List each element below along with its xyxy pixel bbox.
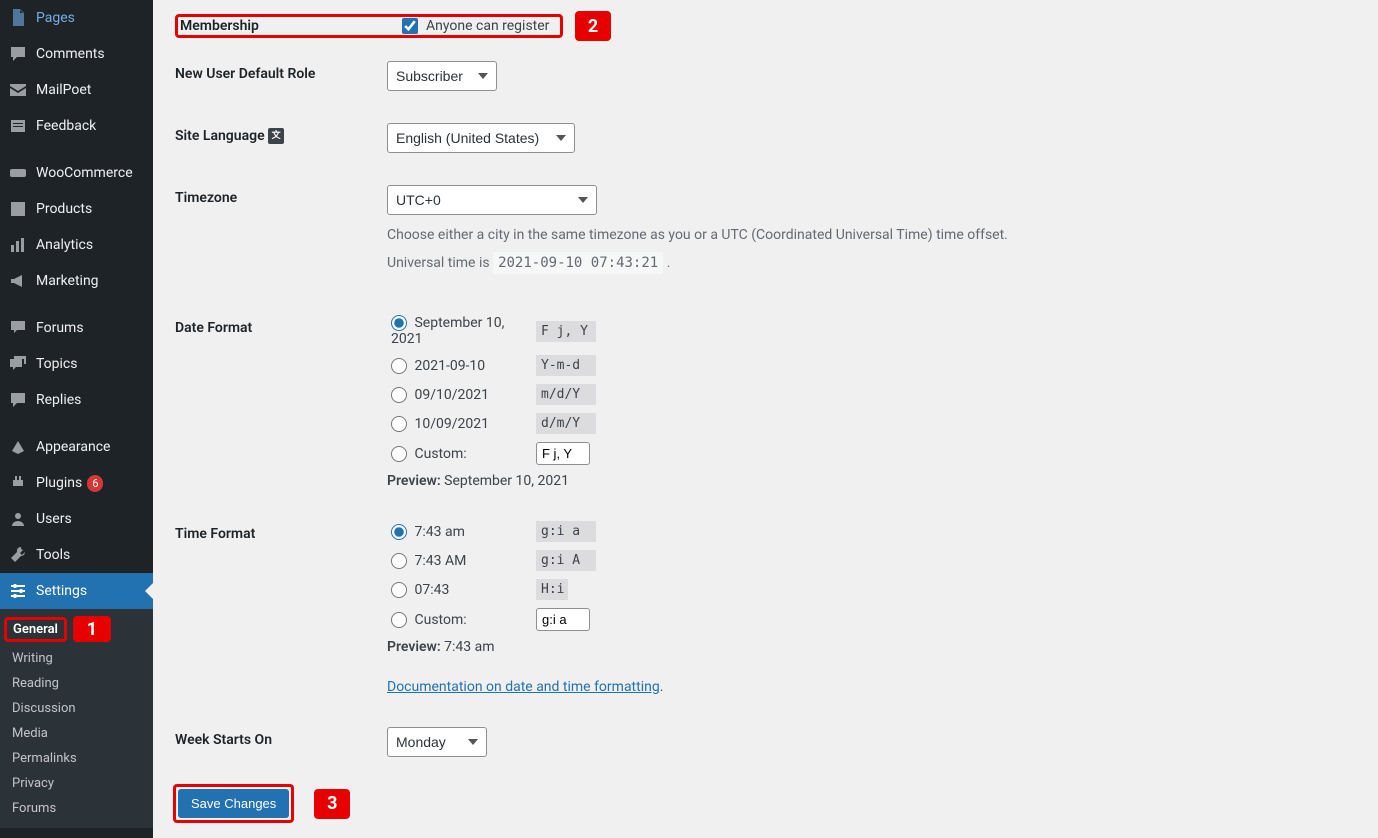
submenu-forums[interactable]: Forums bbox=[0, 796, 153, 821]
menu-label: MailPoet bbox=[36, 82, 91, 98]
menu-item-users[interactable]: Users bbox=[0, 501, 153, 537]
menu-item-pages[interactable]: Pages bbox=[0, 0, 153, 36]
settings-general-content: Membership Anyone can register 2 New Use… bbox=[153, 0, 1378, 838]
time-format-label: Time Format bbox=[175, 506, 375, 710]
menu-item-marketing[interactable]: Marketing bbox=[0, 263, 153, 299]
menu-item-appearance[interactable]: Appearance bbox=[0, 429, 153, 465]
timezone-select[interactable]: UTC+0 bbox=[387, 185, 597, 215]
menu-label: Analytics bbox=[36, 237, 93, 253]
week-starts-select[interactable]: Monday bbox=[387, 727, 487, 757]
marketing-icon bbox=[8, 271, 28, 291]
pages-icon bbox=[8, 8, 28, 28]
plugins-icon bbox=[8, 473, 28, 493]
annotation-tag-2: 2 bbox=[575, 11, 611, 41]
submenu-writing[interactable]: Writing bbox=[0, 646, 153, 671]
week-starts-label: Week Starts On bbox=[175, 712, 375, 772]
settings-icon bbox=[8, 581, 28, 601]
submenu-general[interactable]: General bbox=[4, 617, 67, 642]
menu-label: Comments bbox=[36, 46, 105, 62]
menu-item-settings[interactable]: Settings bbox=[0, 573, 153, 609]
date-option-custom[interactable]: Custom: bbox=[391, 446, 536, 462]
appearance-icon bbox=[8, 437, 28, 457]
datetime-doc-link[interactable]: Documentation on date and time formattin… bbox=[387, 679, 660, 695]
menu-label: Tools bbox=[36, 547, 70, 563]
date-option-1[interactable]: 2021-09-10 bbox=[391, 358, 536, 374]
submenu-privacy[interactable]: Privacy bbox=[0, 771, 153, 796]
products-icon bbox=[8, 199, 28, 219]
menu-item-plugins[interactable]: Plugins 6 bbox=[0, 465, 153, 501]
membership-checkbox-label: Anyone can register bbox=[426, 18, 549, 34]
time-custom-input[interactable] bbox=[536, 608, 590, 631]
menu-item-products[interactable]: Products bbox=[0, 191, 153, 227]
menu-item-mailpoet[interactable]: MailPoet bbox=[0, 72, 153, 108]
time-option-custom[interactable]: Custom: bbox=[391, 612, 536, 628]
settings-submenu: General 1 Writing Reading Discussion Med… bbox=[0, 609, 153, 828]
menu-item-forums[interactable]: Forums bbox=[0, 310, 153, 346]
translate-icon: 文 bbox=[268, 128, 284, 144]
timezone-label: Timezone bbox=[175, 170, 375, 298]
topics-icon bbox=[8, 354, 28, 374]
annotation-tag-3: 3 bbox=[314, 789, 350, 819]
timezone-description: Choose either a city in the same timezon… bbox=[387, 227, 1346, 243]
date-option-3[interactable]: 10/09/2021 bbox=[391, 416, 536, 432]
new-user-role-label: New User Default Role bbox=[175, 46, 375, 106]
menu-item-tools[interactable]: Tools bbox=[0, 537, 153, 573]
menu-item-woocommerce[interactable]: WooCommerce bbox=[0, 155, 153, 191]
menu-label: WooCommerce bbox=[36, 165, 133, 181]
time-option-0[interactable]: 7:43 am bbox=[391, 524, 536, 540]
woo-icon bbox=[8, 163, 28, 183]
menu-label: Topics bbox=[36, 356, 77, 372]
analytics-icon bbox=[8, 235, 28, 255]
site-language-label: Site Language 文 bbox=[175, 108, 375, 168]
menu-item-topics[interactable]: Topics bbox=[0, 346, 153, 382]
menu-item-feedback[interactable]: Feedback bbox=[0, 108, 153, 144]
feedback-icon bbox=[8, 116, 28, 136]
site-language-select[interactable]: English (United States) bbox=[387, 123, 575, 153]
tools-icon bbox=[8, 545, 28, 565]
mailpoet-icon bbox=[8, 80, 28, 100]
menu-label: Settings bbox=[36, 583, 87, 599]
submenu-media[interactable]: Media bbox=[0, 721, 153, 746]
save-button[interactable]: Save Changes bbox=[178, 789, 289, 818]
universal-time-line: Universal time is 2021-09-10 07:43:21 . bbox=[387, 255, 1346, 271]
menu-label: Marketing bbox=[36, 273, 99, 289]
submenu-permalinks[interactable]: Permalinks bbox=[0, 746, 153, 771]
plugins-badge: 6 bbox=[87, 475, 103, 492]
date-custom-input[interactable] bbox=[536, 442, 590, 465]
date-preview: Preview: September 10, 2021 bbox=[387, 473, 1346, 489]
menu-item-replies[interactable]: Replies bbox=[0, 382, 153, 418]
time-option-1[interactable]: 7:43 AM bbox=[391, 553, 536, 569]
menu-label: Feedback bbox=[36, 118, 96, 134]
date-option-0[interactable]: September 10, 2021 bbox=[391, 315, 536, 347]
annotation-tag-1: 1 bbox=[73, 616, 111, 642]
menu-label: Pages bbox=[36, 10, 75, 26]
time-option-2[interactable]: 07:43 bbox=[391, 582, 536, 598]
menu-label: Users bbox=[36, 511, 72, 527]
date-option-2[interactable]: 09/10/2021 bbox=[391, 387, 536, 403]
comments-icon bbox=[8, 44, 28, 64]
users-icon bbox=[8, 509, 28, 529]
time-preview: Preview: 7:43 am bbox=[387, 639, 1346, 655]
admin-sidebar: Pages Comments MailPoet Feedback WooComm… bbox=[0, 0, 153, 838]
replies-icon bbox=[8, 390, 28, 410]
forums-icon bbox=[8, 318, 28, 338]
menu-label: Appearance bbox=[36, 439, 110, 455]
menu-label: Replies bbox=[36, 392, 81, 408]
menu-label: Forums bbox=[36, 320, 84, 336]
membership-checkbox[interactable] bbox=[402, 18, 418, 34]
membership-label: Membership bbox=[180, 18, 402, 34]
submenu-reading[interactable]: Reading bbox=[0, 671, 153, 696]
submenu-discussion[interactable]: Discussion bbox=[0, 696, 153, 721]
menu-item-comments[interactable]: Comments bbox=[0, 36, 153, 72]
menu-label: Products bbox=[36, 201, 92, 217]
menu-item-analytics[interactable]: Analytics bbox=[0, 227, 153, 263]
menu-label: Plugins bbox=[36, 475, 82, 491]
new-user-role-select[interactable]: Subscriber bbox=[387, 61, 497, 91]
date-format-label: Date Format bbox=[175, 300, 375, 504]
